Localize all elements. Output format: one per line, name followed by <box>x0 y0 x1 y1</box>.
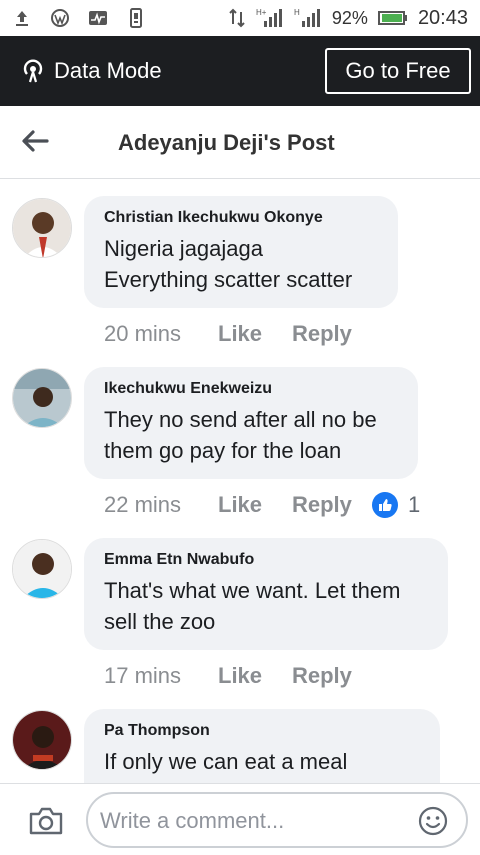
like-button[interactable]: Like <box>218 492 292 518</box>
battery-icon <box>377 11 407 25</box>
activity-icon <box>89 11 107 25</box>
avatar[interactable] <box>12 198 72 258</box>
reply-button[interactable]: Reply <box>292 321 372 347</box>
broadcast-icon <box>23 59 43 83</box>
commenter-name[interactable]: Christian Ikechukwu Okonye <box>104 209 378 227</box>
comment-bubble: Christian Ikechukwu Okonye Nigeria jagaj… <box>84 196 398 308</box>
post-header: Adeyanju Deji's Post <box>0 106 480 179</box>
status-left-icons <box>12 8 146 28</box>
data-mode-label: Data Mode <box>54 58 162 83</box>
like-button[interactable]: Like <box>218 663 292 689</box>
svg-text:H+: H+ <box>256 8 267 17</box>
comment-bubble: Emma Etn Nwabufo That's what we want. Le… <box>84 538 448 650</box>
reaction-count: 1 <box>408 492 421 517</box>
status-right: H+ H 92% 20:43 <box>228 7 468 30</box>
comment-input-placeholder: Write a comment... <box>100 808 285 833</box>
comment-time: 17 mins <box>104 663 182 688</box>
signal-h-icon: H+ <box>256 8 282 27</box>
emoji-icon[interactable] <box>418 806 448 836</box>
phone-icon <box>130 8 142 28</box>
wordpress-icon <box>51 9 69 27</box>
comment-actions: 22 mins Like Reply 1 <box>104 492 420 518</box>
page-title: Adeyanju Deji's Post <box>118 130 335 155</box>
comment-actions: 17 mins Like Reply <box>104 663 372 689</box>
upload-icon <box>16 11 28 26</box>
battery-percent: 92% <box>331 7 368 28</box>
reply-button[interactable]: Reply <box>292 663 372 689</box>
svg-text:H: H <box>294 8 300 17</box>
go-to-free-button[interactable]: Go to Free <box>325 48 471 94</box>
comment-line: If only we can eat a meal <box>104 749 348 774</box>
data-arrows-icon <box>229 8 245 28</box>
signal-h-icon: H <box>294 8 320 27</box>
avatar[interactable] <box>12 368 72 428</box>
clock: 20:43 <box>417 6 468 29</box>
reply-button[interactable]: Reply <box>292 492 372 518</box>
avatar[interactable] <box>12 710 72 770</box>
status-bar: H+ H 92% 20:43 <box>0 0 480 36</box>
comment-bubble: Ikechukwu Enekweizu They no send after a… <box>84 367 418 479</box>
comment-line: Nigeria jagajaga <box>104 236 263 261</box>
comment-time: 22 mins <box>104 492 182 517</box>
avatar[interactable] <box>12 539 72 599</box>
like-button[interactable]: Like <box>218 321 292 347</box>
comment-line: them go pay for the loan <box>104 438 342 463</box>
comment-actions: 20 mins Like Reply <box>104 321 372 347</box>
comment-line: Everything scatter scatter <box>104 267 353 292</box>
comment-line: sell the zoo <box>104 609 216 634</box>
reaction-summary[interactable]: 1 <box>372 492 420 518</box>
like-reaction-icon <box>372 492 398 518</box>
data-mode-bar: Data Mode Go to Free <box>0 36 480 106</box>
commenter-name[interactable]: Ikechukwu Enekweizu <box>104 380 398 398</box>
comment-input[interactable]: Write a comment... <box>86 792 468 848</box>
comment-line: They no send after all no be <box>104 407 377 432</box>
commenter-name[interactable]: Pa Thompson <box>104 722 420 740</box>
comment-line: That's what we want. Let them <box>104 578 401 603</box>
back-arrow-icon[interactable] <box>20 128 50 154</box>
comment-composer: Write a comment... <box>0 783 480 855</box>
commenter-name[interactable]: Emma Etn Nwabufo <box>104 551 428 569</box>
comment-time: 20 mins <box>104 321 182 346</box>
camera-icon[interactable] <box>28 806 64 836</box>
